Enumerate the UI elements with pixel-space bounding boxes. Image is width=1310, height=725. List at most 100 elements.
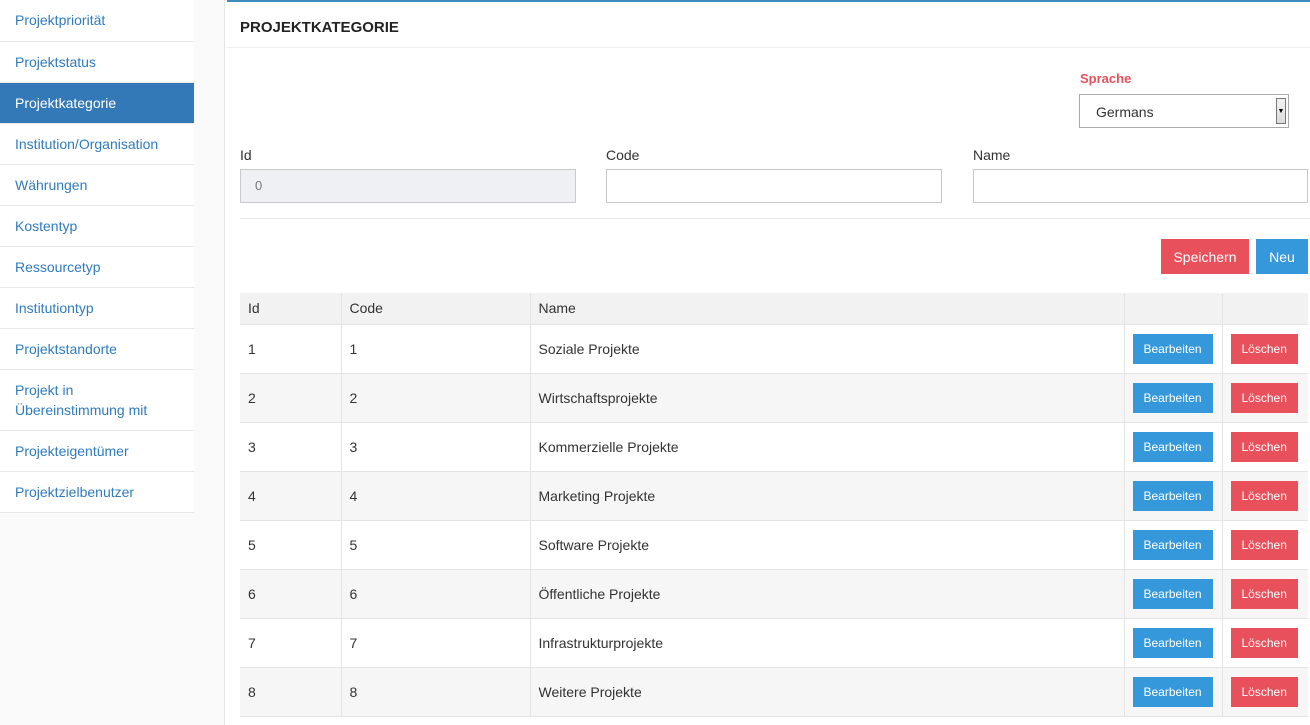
sidebar-item-projektstatus[interactable]: Projektstatus [0, 42, 194, 83]
sidebar-item-institutiontyp[interactable]: Institutiontyp [0, 288, 194, 329]
delete-button[interactable]: Löschen [1230, 627, 1298, 658]
cell-id: 8 [240, 666, 342, 717]
name-label: Name [973, 147, 1011, 163]
main-content: PROJEKTKATEGORIE Sprache Germans ▼ Id Co… [225, 0, 1310, 725]
cell-id: 7 [240, 617, 342, 667]
cell-id: 3 [240, 421, 342, 471]
header-id: Id [240, 293, 342, 324]
edit-button[interactable]: Bearbeiten [1132, 627, 1213, 658]
cell-name: Marketing Projekte [530, 470, 1125, 520]
sidebar-item-uebereinstimmung[interactable]: Projekt in Übereinstimmung mit [0, 370, 194, 431]
cell-delete: Löschen [1222, 323, 1308, 373]
cell-delete: Löschen [1222, 568, 1308, 618]
sidebar-item-kostentyp[interactable]: Kostentyp [0, 206, 194, 247]
sidebar-nav: Projektpriorität Projektstatus Projektka… [0, 0, 194, 513]
language-select[interactable]: Germans ▼ [1079, 94, 1289, 128]
sidebar-item-institution[interactable]: Institution/Organisation [0, 124, 194, 165]
sidebar-item-projektprioritaet[interactable]: Projektpriorität [0, 0, 194, 42]
cell-delete: Löschen [1222, 519, 1308, 569]
cell-name: Soziale Projekte [530, 323, 1125, 373]
cell-name: Software Projekte [530, 519, 1125, 569]
cell-delete: Löschen [1222, 666, 1308, 717]
sidebar-item-projektkategorie[interactable]: Projektkategorie [0, 83, 194, 124]
delete-button[interactable]: Löschen [1230, 431, 1298, 462]
dropdown-arrow-icon[interactable]: ▼ [1276, 98, 1286, 124]
cell-edit: Bearbeiten [1124, 568, 1223, 618]
table-header-row: Id Code Name [240, 293, 1308, 324]
header-delete [1222, 293, 1308, 324]
cell-delete: Löschen [1222, 470, 1308, 520]
edit-button[interactable]: Bearbeiten [1132, 382, 1213, 413]
cell-name: Kommerzielle Projekte [530, 421, 1125, 471]
header-name: Name [530, 293, 1125, 324]
cell-code: 1 [341, 323, 531, 373]
cell-edit: Bearbeiten [1124, 323, 1223, 373]
delete-button[interactable]: Löschen [1230, 578, 1298, 609]
table-row: 4 4 Marketing Projekte Bearbeiten Lösche… [240, 470, 1308, 520]
cell-code: 7 [341, 617, 531, 667]
cell-code: 6 [341, 568, 531, 618]
cell-name: Weitere Projekte [530, 666, 1125, 717]
cell-edit: Bearbeiten [1124, 470, 1223, 520]
table-row: 3 3 Kommerzielle Projekte Bearbeiten Lös… [240, 421, 1308, 471]
delete-button[interactable]: Löschen [1230, 480, 1298, 511]
edit-button[interactable]: Bearbeiten [1132, 480, 1213, 511]
cell-delete: Löschen [1222, 372, 1308, 422]
edit-button[interactable]: Bearbeiten [1132, 333, 1213, 364]
table-row: 7 7 Infrastrukturprojekte Bearbeiten Lös… [240, 617, 1308, 667]
edit-button[interactable]: Bearbeiten [1132, 529, 1213, 560]
table-row: 8 8 Weitere Projekte Bearbeiten Löschen [240, 666, 1308, 717]
sidebar-item-waehrungen[interactable]: Währungen [0, 165, 194, 206]
cell-id: 5 [240, 519, 342, 569]
form-divider [240, 218, 1310, 219]
edit-button[interactable]: Bearbeiten [1132, 578, 1213, 609]
header-edit [1124, 293, 1223, 324]
sidebar-item-projekteigentuemer[interactable]: Projekteigentümer [0, 431, 194, 472]
edit-button[interactable]: Bearbeiten [1132, 676, 1213, 707]
title-divider [227, 47, 1310, 48]
cell-name: Öffentliche Projekte [530, 568, 1125, 618]
cell-edit: Bearbeiten [1124, 519, 1223, 569]
delete-button[interactable]: Löschen [1230, 382, 1298, 413]
language-label: Sprache [1080, 71, 1132, 86]
top-accent-line [227, 0, 1310, 2]
sidebar: Projektpriorität Projektstatus Projektka… [0, 0, 225, 725]
cell-name: Wirtschaftsprojekte [530, 372, 1125, 422]
table-row: 5 5 Software Projekte Bearbeiten Löschen [240, 519, 1308, 569]
page-title: PROJEKTKATEGORIE [240, 19, 399, 36]
cell-id: 4 [240, 470, 342, 520]
cell-code: 2 [341, 372, 531, 422]
table-row: 1 1 Soziale Projekte Bearbeiten Löschen [240, 323, 1308, 373]
cell-code: 3 [341, 421, 531, 471]
sidebar-item-projektstandorte[interactable]: Projektstandorte [0, 329, 194, 370]
cell-id: 6 [240, 568, 342, 618]
delete-button[interactable]: Löschen [1230, 333, 1298, 364]
language-selected-value: Germans [1096, 104, 1154, 120]
cell-edit: Bearbeiten [1124, 666, 1223, 717]
name-field[interactable] [973, 169, 1308, 203]
cell-edit: Bearbeiten [1124, 421, 1223, 471]
delete-button[interactable]: Löschen [1230, 676, 1298, 707]
id-label: Id [240, 147, 252, 163]
cell-delete: Löschen [1222, 421, 1308, 471]
cell-id: 2 [240, 372, 342, 422]
table-row: 6 6 Öffentliche Projekte Bearbeiten Lösc… [240, 568, 1308, 618]
category-table: Id Code Name 1 1 Soziale Projekte Bearbe… [240, 293, 1308, 717]
code-field[interactable] [606, 169, 942, 203]
id-field: 0 [240, 169, 576, 203]
save-button[interactable]: Speichern [1161, 239, 1249, 274]
cell-code: 5 [341, 519, 531, 569]
cell-edit: Bearbeiten [1124, 617, 1223, 667]
sidebar-item-ressourcetyp[interactable]: Ressourcetyp [0, 247, 194, 288]
cell-code: 8 [341, 666, 531, 717]
edit-button[interactable]: Bearbeiten [1132, 431, 1213, 462]
new-button[interactable]: Neu [1256, 239, 1308, 274]
code-label: Code [606, 147, 640, 163]
cell-edit: Bearbeiten [1124, 372, 1223, 422]
cell-name: Infrastrukturprojekte [530, 617, 1125, 667]
cell-code: 4 [341, 470, 531, 520]
cell-id: 1 [240, 323, 342, 373]
table-row: 2 2 Wirtschaftsprojekte Bearbeiten Lösch… [240, 372, 1308, 422]
delete-button[interactable]: Löschen [1230, 529, 1298, 560]
sidebar-item-projektzielbenutzer[interactable]: Projektzielbenutzer [0, 472, 194, 513]
